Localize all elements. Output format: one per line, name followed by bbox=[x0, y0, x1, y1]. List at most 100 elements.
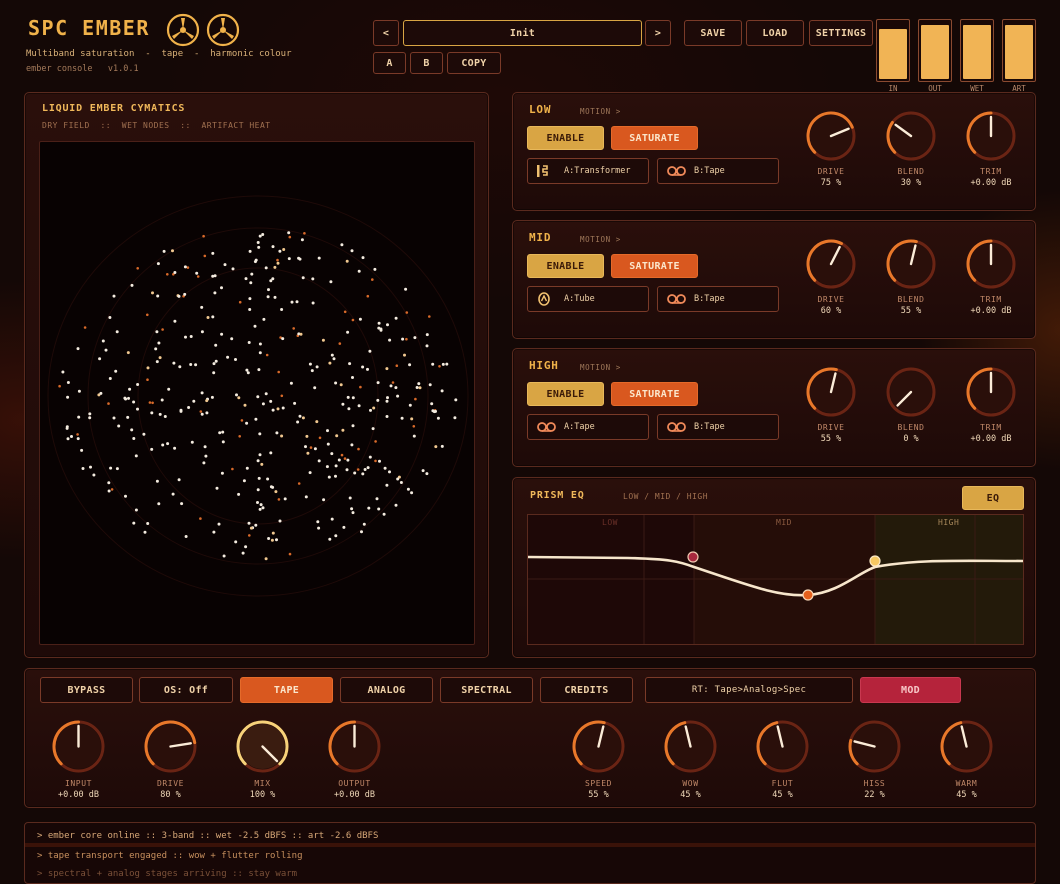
high-trim-label: TRIM bbox=[980, 423, 1002, 432]
bypass-button[interactable]: BYPASS bbox=[40, 677, 133, 703]
band-enable-button[interactable]: ENABLE bbox=[527, 254, 604, 278]
master-drive-knob[interactable] bbox=[143, 719, 198, 778]
tape-warm-knob-dial[interactable] bbox=[939, 719, 994, 774]
band-motion-link[interactable]: MOTION > bbox=[580, 363, 621, 372]
mid-trim-knob-dial[interactable] bbox=[965, 238, 1017, 290]
high-drive-knob[interactable] bbox=[805, 366, 857, 422]
tape-wow-value: 45 % bbox=[680, 790, 701, 800]
low-trim-knob-dial[interactable] bbox=[965, 110, 1017, 162]
band-algo-a-select[interactable]: A:Tube bbox=[527, 286, 649, 312]
version-line: ember console v1.0.1 bbox=[26, 64, 139, 74]
band-algo-b-select[interactable]: B:Tape bbox=[657, 158, 779, 184]
master-drive-value: 80 % bbox=[160, 790, 181, 800]
master-mix-knob[interactable] bbox=[235, 719, 290, 778]
mid-blend-knob[interactable] bbox=[885, 238, 937, 294]
meter-fill bbox=[879, 28, 907, 79]
master-output-knob-dial[interactable] bbox=[327, 719, 382, 774]
eq-node-high[interactable] bbox=[869, 555, 881, 567]
band-motion-link[interactable]: MOTION > bbox=[580, 235, 621, 244]
band-algo-b-select[interactable]: B:Tape bbox=[657, 414, 779, 440]
tape-warm-label: WARM bbox=[955, 779, 978, 788]
tape-wow-knob[interactable] bbox=[663, 719, 718, 778]
low-blend-value: 30 % bbox=[900, 178, 922, 188]
cymatics-display[interactable] bbox=[39, 141, 475, 645]
log-line-1: > ember core online :: 3-band :: wet -2.… bbox=[37, 831, 379, 841]
eq-toggle-button[interactable]: EQ bbox=[962, 486, 1024, 510]
eq-graph[interactable]: LOW MID HIGH bbox=[527, 514, 1024, 645]
tape-flut-knob-dial[interactable] bbox=[755, 719, 810, 774]
mid-drive-knob-dial[interactable] bbox=[805, 238, 857, 290]
preset-copy-button[interactable]: COPY bbox=[447, 52, 501, 74]
log-line-2: > tape transport engaged :: wow + flutte… bbox=[37, 851, 303, 861]
master-output-value: +0.00 dB bbox=[334, 790, 375, 800]
band-name: HIGH bbox=[529, 359, 559, 372]
analog-stage-button[interactable]: ANALOG bbox=[340, 677, 433, 703]
band-saturate-button[interactable]: SATURATE bbox=[611, 382, 698, 406]
tape-flut-knob[interactable] bbox=[755, 719, 810, 778]
low-drive-knob-dial[interactable] bbox=[805, 110, 857, 162]
band-algo-a-select[interactable]: A:Transformer bbox=[527, 158, 649, 184]
preset-next-button[interactable]: > bbox=[645, 20, 671, 46]
band-saturate-button[interactable]: SATURATE bbox=[611, 126, 698, 150]
low-blend-knob[interactable] bbox=[885, 110, 937, 166]
tape-wow-knob-dial[interactable] bbox=[663, 719, 718, 774]
master-drive-knob-dial[interactable] bbox=[143, 719, 198, 774]
tape-warm-knob[interactable] bbox=[939, 719, 994, 778]
save-button[interactable]: SAVE bbox=[684, 20, 742, 46]
high-blend-knob-dial[interactable] bbox=[885, 366, 937, 418]
mid-blend-label: BLEND bbox=[897, 295, 925, 304]
preset-prev-button[interactable]: < bbox=[373, 20, 399, 46]
master-output-knob[interactable] bbox=[327, 719, 382, 778]
eq-subtitle: LOW / MID / HIGH bbox=[623, 492, 709, 501]
credits-button[interactable]: CREDITS bbox=[540, 677, 633, 703]
cymatics-subtitle: DRY FIELD :: WET NODES :: ARTIFACT HEAT bbox=[42, 121, 271, 130]
mid-drive-knob[interactable] bbox=[805, 238, 857, 294]
band-enable-button[interactable]: ENABLE bbox=[527, 126, 604, 150]
mod-button[interactable]: MOD bbox=[860, 677, 961, 703]
eq-curve bbox=[528, 555, 1023, 597]
meter-art bbox=[1002, 19, 1036, 82]
low-blend-knob-dial[interactable] bbox=[885, 110, 937, 162]
eq-node-low[interactable] bbox=[687, 551, 699, 563]
settings-button[interactable]: SETTINGS bbox=[809, 20, 873, 46]
master-mix-knob-dial[interactable] bbox=[235, 719, 290, 774]
tape-hiss-knob[interactable] bbox=[847, 719, 902, 778]
preset-name-display[interactable]: Init bbox=[403, 20, 642, 46]
mid-blend-knob-dial[interactable] bbox=[885, 238, 937, 290]
mid-trim-knob[interactable] bbox=[965, 238, 1017, 294]
tape-hiss-knob-dial[interactable] bbox=[847, 719, 902, 774]
tape-stage-button[interactable]: TAPE bbox=[240, 677, 333, 703]
meter-fill bbox=[1005, 24, 1033, 79]
eq-node-mid[interactable] bbox=[802, 589, 814, 601]
tape-flut-label: FLUT bbox=[771, 779, 794, 788]
high-drive-knob-dial[interactable] bbox=[805, 366, 857, 418]
high-blend-knob[interactable] bbox=[885, 366, 937, 422]
high-drive-label: DRIVE bbox=[817, 423, 845, 432]
band-motion-link[interactable]: MOTION > bbox=[580, 107, 621, 116]
low-blend-label: BLEND bbox=[897, 167, 925, 176]
high-blend-value: 0 % bbox=[903, 434, 919, 444]
tape-speed-knob-dial[interactable] bbox=[571, 719, 626, 774]
band-algo-b-select[interactable]: B:Tape bbox=[657, 286, 779, 312]
low-trim-knob[interactable] bbox=[965, 110, 1017, 166]
master-input-knob-dial[interactable] bbox=[51, 719, 106, 774]
meter-wet bbox=[960, 19, 994, 82]
tape-speed-value: 55 % bbox=[588, 790, 609, 800]
band-algo-a-select[interactable]: A:Tape bbox=[527, 414, 649, 440]
low-drive-knob[interactable] bbox=[805, 110, 857, 166]
master-input-knob[interactable] bbox=[51, 719, 106, 778]
high-trim-knob[interactable] bbox=[965, 366, 1017, 422]
cymatics-particle-field bbox=[47, 195, 469, 597]
preset-b-button[interactable]: B bbox=[410, 52, 443, 74]
preset-a-button[interactable]: A bbox=[373, 52, 406, 74]
band-panel-mid: MID MOTION > ENABLE SATURATE A:Tube B:Tap… bbox=[512, 220, 1036, 339]
algo-b-label: B:Tape bbox=[694, 422, 725, 432]
spectral-stage-button[interactable]: SPECTRAL bbox=[440, 677, 533, 703]
band-enable-button[interactable]: ENABLE bbox=[527, 382, 604, 406]
high-trim-knob-dial[interactable] bbox=[965, 366, 1017, 418]
band-saturate-button[interactable]: SATURATE bbox=[611, 254, 698, 278]
load-button[interactable]: LOAD bbox=[746, 20, 804, 46]
oversampling-button[interactable]: OS: Off bbox=[139, 677, 233, 703]
tape-speed-knob[interactable] bbox=[571, 719, 626, 778]
routing-button[interactable]: RT: Tape>Analog>Spec bbox=[645, 677, 853, 703]
